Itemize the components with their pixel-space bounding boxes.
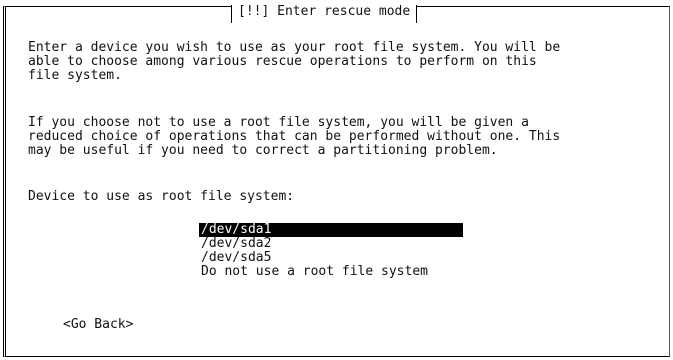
device-instructions: Enter a device you wish to use as your r…	[28, 40, 561, 83]
rescue-mode-dialog: [!!] Enter rescue mode Enter a device yo…	[3, 5, 670, 357]
device-option-sda5[interactable]: /dev/sda5	[199, 251, 463, 265]
device-list: /dev/sda1 /dev/sda2 /dev/sda5 Do not use…	[199, 223, 463, 279]
device-option-no-root-fs[interactable]: Do not use a root file system	[199, 265, 463, 279]
dialog-title: [!!] Enter rescue mode	[231, 5, 418, 23]
device-prompt: Device to use as root file system:	[28, 189, 295, 204]
go-back-button[interactable]: <Go Back>	[63, 318, 133, 332]
device-option-sda1[interactable]: /dev/sda1	[199, 223, 463, 237]
device-option-sda2[interactable]: /dev/sda2	[199, 237, 463, 251]
no-root-fs-explanation: If you choose not to use a root file sys…	[28, 115, 561, 158]
